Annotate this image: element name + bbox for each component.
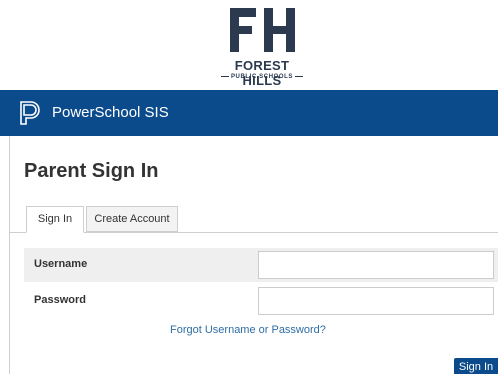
powerschool-logo-icon — [20, 101, 40, 125]
logo-name: FOREST HILLS — [234, 58, 290, 88]
password-label: Password — [34, 294, 86, 306]
logo-dash-right — [295, 75, 304, 77]
username-row: Username — [24, 248, 498, 282]
password-row: Password — [24, 284, 498, 318]
username-label: Username — [34, 258, 88, 270]
fh-monogram-icon — [230, 8, 295, 52]
password-input[interactable] — [258, 287, 494, 315]
tab-sign-in[interactable]: Sign In — [26, 206, 84, 233]
forgot-credentials-link[interactable]: Forgot Username or Password? — [170, 324, 326, 336]
page-title: Parent Sign In — [24, 160, 159, 182]
logo-subtitle: PUBLIC SCHOOLS — [216, 74, 308, 80]
sign-in-button[interactable]: Sign In — [454, 358, 498, 374]
username-input[interactable] — [258, 251, 494, 279]
app-title: PowerSchool SIS — [52, 104, 169, 121]
logo-subtitle-text: PUBLIC SCHOOLS — [230, 74, 294, 80]
app-header-bar: PowerSchool SIS — [0, 90, 498, 136]
forest-hills-logo: FOREST HILLS PUBLIC SCHOOLS — [216, 8, 316, 88]
tab-create-account[interactable]: Create Account — [86, 206, 178, 232]
logo-dash-left — [220, 75, 229, 77]
content-left-border — [9, 136, 10, 374]
